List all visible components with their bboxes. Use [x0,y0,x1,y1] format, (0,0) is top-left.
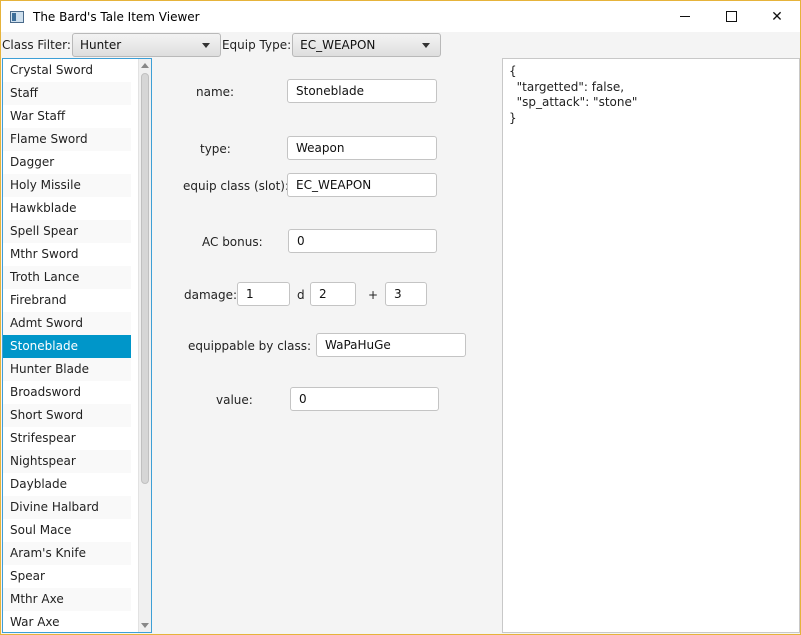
ac-bonus-label: AC bonus: [202,235,263,249]
type-label: type: [200,142,231,156]
damage-plus-label: + [368,288,379,302]
list-item[interactable]: Spear [3,565,131,588]
damage-count-field[interactable]: 1 [237,282,290,306]
list-item[interactable]: Soul Mace [3,519,131,542]
damage-label: damage: [184,288,238,302]
equippable-field[interactable]: WaPaHuGe [316,333,466,357]
app-window: The Bard's Tale Item Viewer ✕ Class Filt… [0,0,801,635]
scroll-up-icon[interactable] [141,63,149,68]
scroll-thumb[interactable] [141,73,149,484]
list-item[interactable]: Staff [3,82,131,105]
json-line: { [509,64,517,78]
list-item[interactable]: Hunter Blade [3,358,131,381]
json-line: } [509,110,517,125]
class-filter-select[interactable]: Hunter [71,33,221,57]
chevron-down-icon [422,43,431,48]
json-text-area[interactable]: { "targetted": false, "sp_attack": "ston… [502,58,800,633]
list-item[interactable]: Admt Sword [3,312,131,335]
list-item[interactable]: Crystal Sword [3,59,131,82]
list-item[interactable]: Aram's Knife [3,542,131,565]
json-lines: { "targetted": false, "sp_attack": "ston… [509,64,793,126]
app-icon [10,10,24,23]
window-controls: ✕ [662,1,800,32]
damage-d-label: d [297,288,305,302]
list-item[interactable]: Stoneblade [3,335,131,358]
list-item[interactable]: Mthr Sword [3,243,131,266]
list-scrollbar[interactable] [138,59,151,632]
title-bar[interactable]: The Bard's Tale Item Viewer ✕ [1,1,800,32]
class-filter-value: Hunter [79,38,122,52]
list-item[interactable]: Dagger [3,151,131,174]
value-label: value: [216,393,253,407]
damage-bonus-field[interactable]: 3 [385,282,427,306]
equip-class-label: equip class (slot): [183,179,290,193]
equip-type-label: Equip Type: [221,38,292,52]
maximize-icon [725,11,737,22]
damage-sides-field[interactable]: 2 [310,282,356,306]
list-item[interactable]: Hawkblade [3,197,131,220]
scroll-down-icon[interactable] [141,623,149,628]
equip-type-select[interactable]: EC_WEAPON [292,33,442,57]
type-field[interactable]: Weapon [287,136,437,160]
filter-toolbar: Class Filter: Hunter Equip Type: EC_WEAP… [1,32,800,58]
close-button[interactable]: ✕ [754,1,800,32]
window-title: The Bard's Tale Item Viewer [33,9,200,24]
equippable-label: equippable by class: [188,339,312,353]
list-item[interactable]: War Staff [3,105,131,128]
maximize-button[interactable] [708,1,754,32]
chevron-down-icon [201,43,210,48]
list-item[interactable]: Nightspear [3,450,131,473]
list-item[interactable]: Short Sword [3,404,131,427]
equip-type-value: EC_WEAPON [300,38,376,52]
list-item[interactable]: Dayblade [3,473,131,496]
item-list-rows: Crystal Sword Staff War Staff Flame Sword Da… [3,59,151,632]
list-item[interactable]: Spell Spear [3,220,131,243]
list-item[interactable]: Broadsword [3,381,131,404]
list-item[interactable]: Divine Halbard [3,496,131,519]
class-filter-label: Class Filter: [2,38,71,52]
list-item[interactable]: Strifespear [3,427,131,450]
value-field[interactable]: 0 [290,387,439,411]
list-item[interactable]: Mthr Axe [3,588,131,611]
ac-bonus-field[interactable]: 0 [288,229,437,253]
json-line: "sp_attack": "stone" [509,95,638,109]
minimize-icon [680,16,690,17]
name-field[interactable]: Stoneblade [287,79,437,103]
equip-class-field[interactable]: EC_WEAPON [287,173,437,197]
list-item[interactable]: Firebrand [3,289,131,312]
list-item[interactable]: Holy Missile [3,174,131,197]
minimize-button[interactable] [662,1,708,32]
item-list[interactable]: Crystal Sword Staff War Staff Flame Sword Da… [2,58,152,633]
json-line: "targetted": false, [509,79,625,94]
list-item[interactable]: Troth Lance [3,266,131,289]
name-label: name: [196,85,235,99]
list-item[interactable]: Flame Sword [3,128,131,151]
list-item[interactable]: War Axe [3,611,131,632]
close-icon: ✕ [771,8,783,25]
